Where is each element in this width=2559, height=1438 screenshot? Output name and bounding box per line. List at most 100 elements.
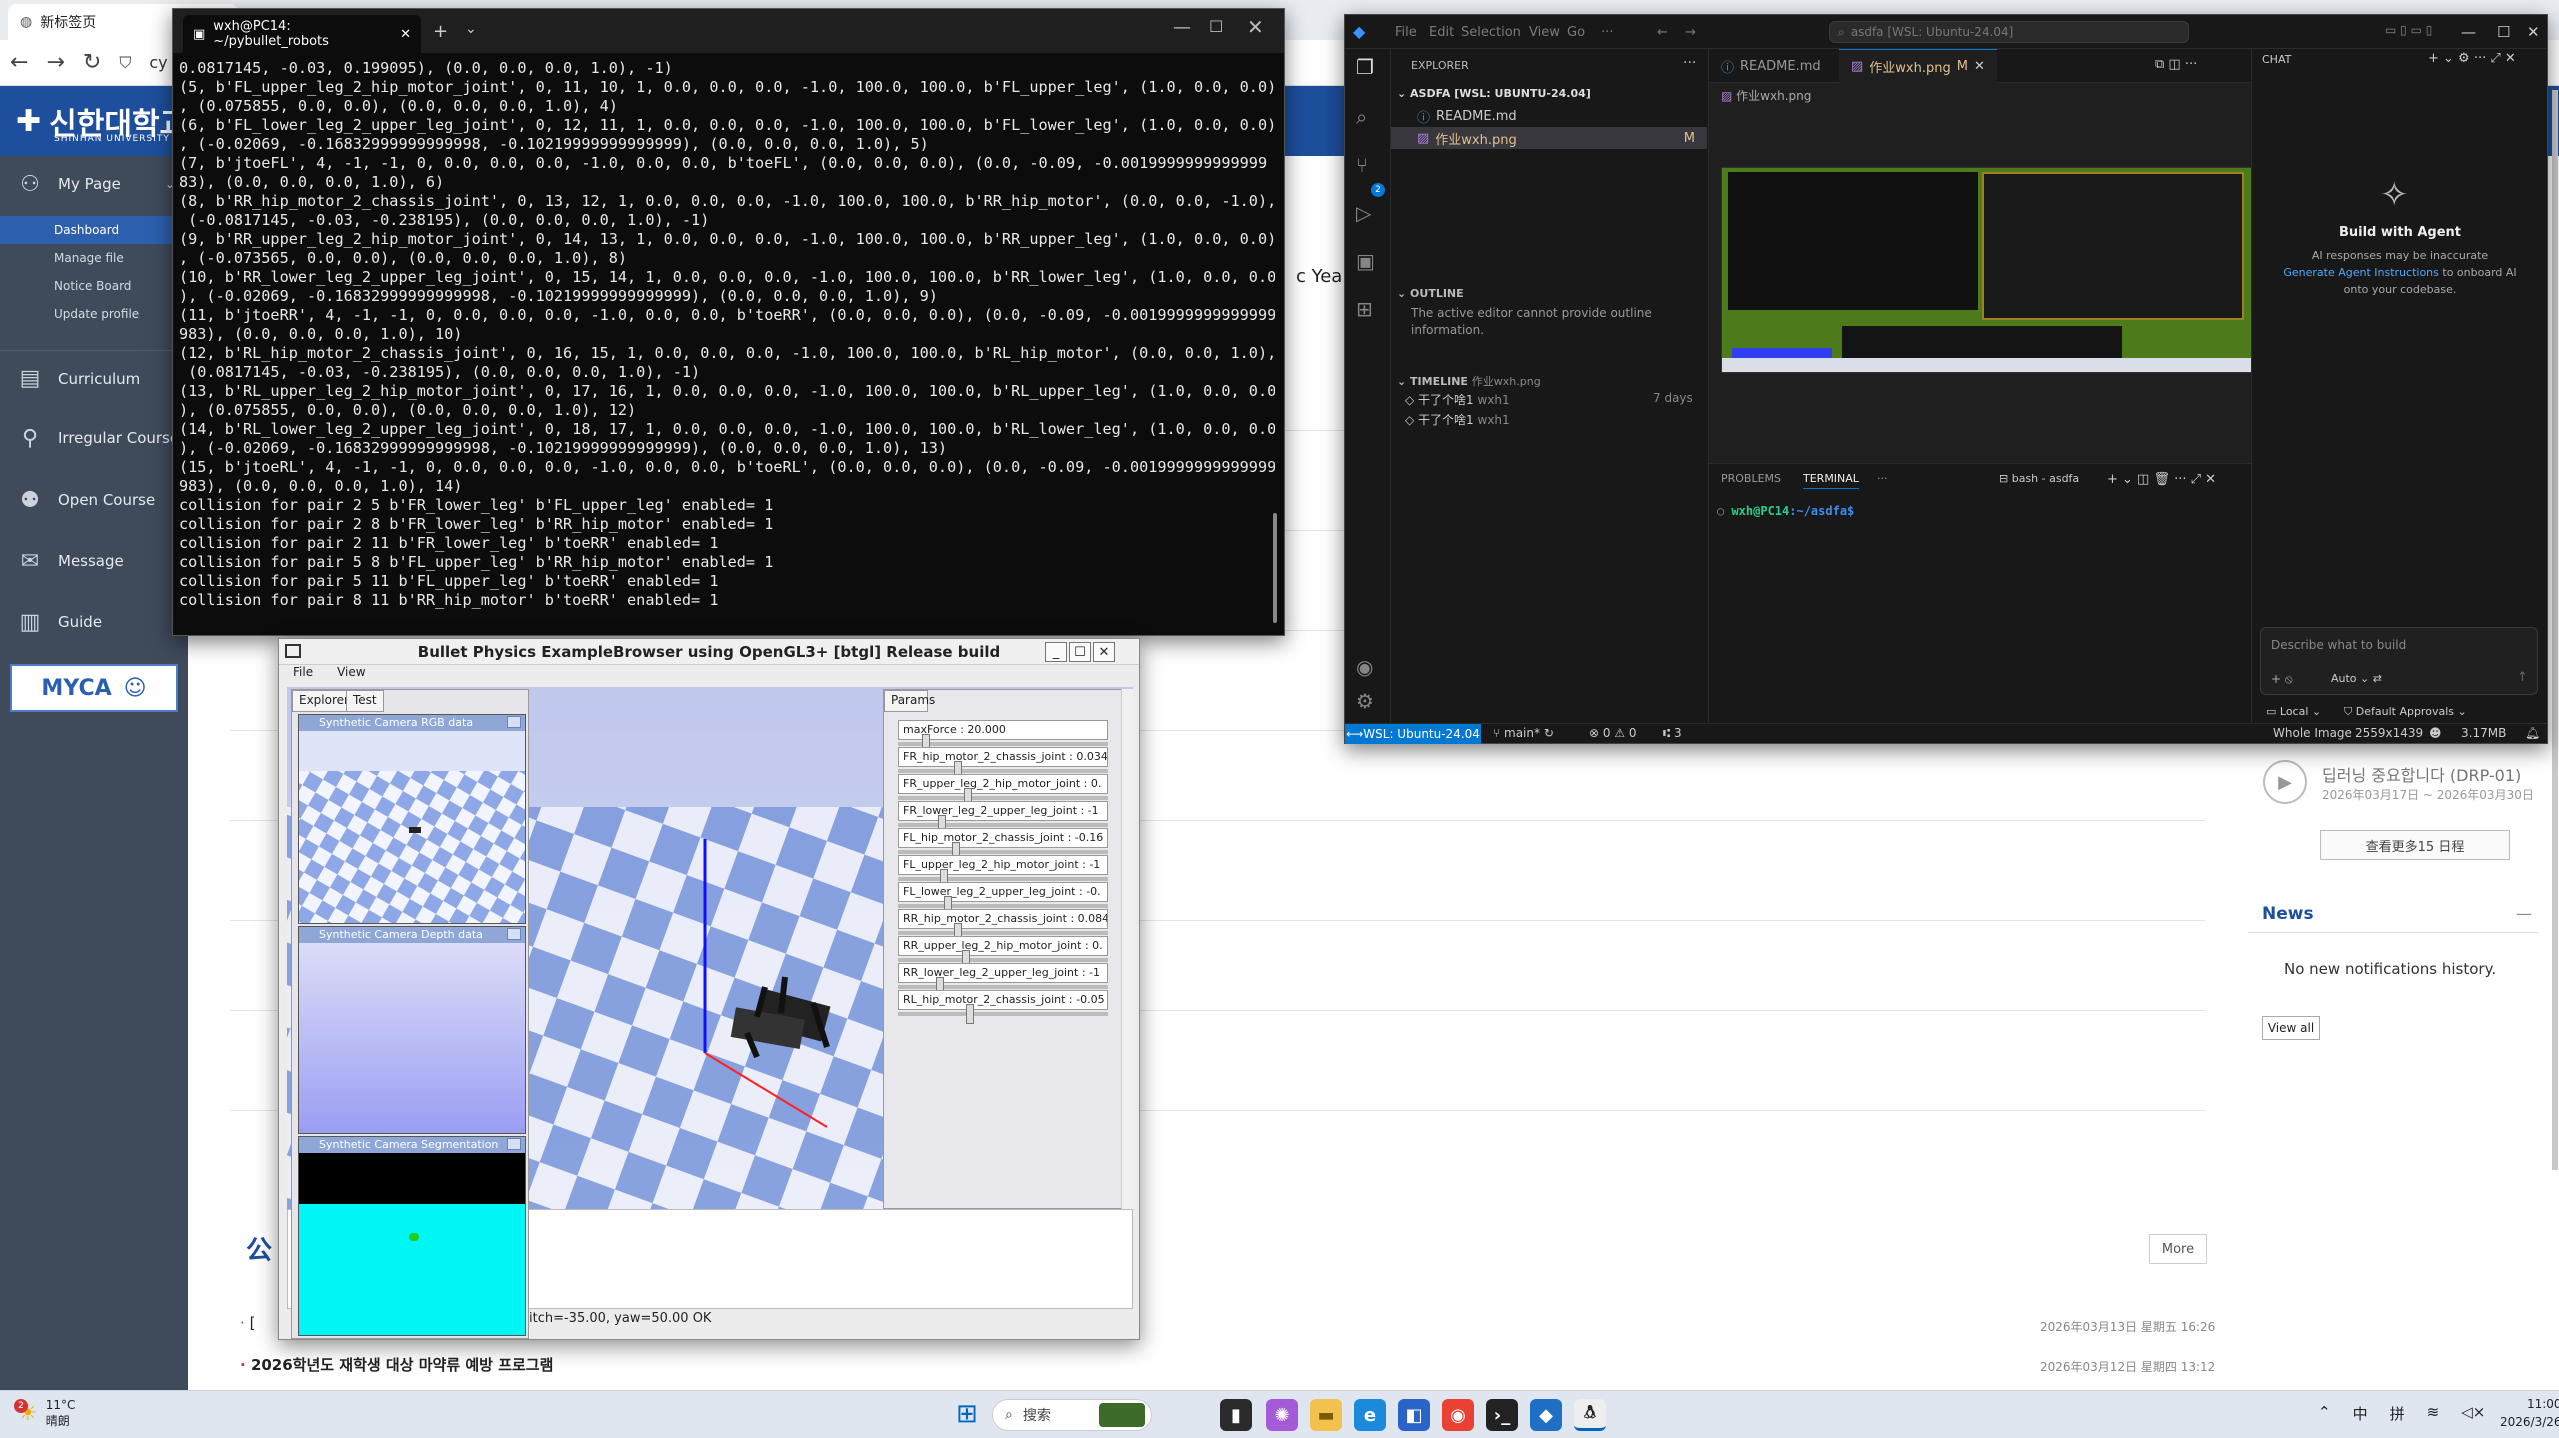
search-icon[interactable]: ⌕ — [1356, 105, 1367, 129]
approvals-picker[interactable]: ⛉ Default Approvals ⌄ — [2344, 705, 2467, 719]
copilot-icon[interactable]: ☻ — [2429, 726, 2442, 740]
more-menu-icon[interactable]: ··· — [1601, 25, 1613, 40]
timeline-entry[interactable]: ◇ 干了个啥1 wxh1 — [1405, 411, 1510, 428]
page-scrollbar[interactable] — [2552, 90, 2558, 1170]
slider-handle[interactable] — [966, 1004, 974, 1024]
store-icon[interactable]: ◧ — [1398, 1399, 1430, 1431]
timeline-entry[interactable]: ◇ 干了个啥1 wxh1 — [1405, 391, 1510, 408]
nav-back-icon[interactable]: ← — [1657, 25, 1668, 40]
params-panel[interactable]: Params maxForce : 20.000 FR_hip_motor_2_c… — [883, 689, 1129, 1209]
param-field[interactable]: FL_hip_motor_2_chassis_joint : -0.16 — [898, 828, 1108, 848]
problems-count[interactable]: ⊗ 0 ⚠ 0 — [1589, 726, 1637, 740]
tab-test[interactable]: Test — [346, 690, 384, 712]
chat-input[interactable]: Describe what to build — [2271, 638, 2406, 652]
remote-explorer-icon[interactable]: ▣ — [1356, 249, 1375, 273]
chevron-up-icon[interactable]: ⌃ — [2318, 1403, 2331, 1424]
command-center-search[interactable]: ⌕ asdfa [WSL: Ubuntu-24.04] — [1829, 21, 2189, 43]
menu-go[interactable]: Go — [1567, 25, 1585, 40]
university-logo[interactable]: ✚ 신한대학교 SHINHAN UNIVERSITY — [0, 86, 188, 156]
param-slider[interactable] — [898, 869, 1108, 889]
param-field[interactable]: FR_upper_leg_2_hip_motor_joint : 0. — [898, 774, 1108, 794]
timeline-section[interactable]: ⌄ TIMELINE 作业wxh.png — [1397, 373, 1541, 389]
collapse-icon[interactable]: — — [2516, 904, 2532, 923]
nav-dashboard[interactable]: Dashboard — [0, 216, 188, 244]
close-icon[interactable]: ✕ — [400, 27, 411, 42]
clock[interactable]: 11:00 2026/3/26 — [2500, 1395, 2559, 1431]
maximize-icon[interactable]: ☐ — [2497, 23, 2510, 41]
start-icon[interactable]: ⊞ — [956, 1399, 978, 1429]
wifi-icon[interactable]: ≋ — [2427, 1403, 2440, 1424]
terminal-prompt[interactable]: ○ wxh@PC14:~/asdfa$ — [1717, 504, 1854, 518]
view-all-button[interactable]: View all — [2262, 1016, 2320, 1040]
workspace-folder[interactable]: ⌄ ASDFA [WSL: UBUNTU-24.04] — [1397, 87, 1591, 100]
extensions-icon[interactable]: ⊞ — [1356, 297, 1373, 321]
remote-indicator[interactable]: ⟷ WSL: Ubuntu-24.04 — [1345, 724, 1481, 744]
ports-count[interactable]: ⑆ 3 — [1663, 726, 1682, 740]
ime-language[interactable]: 中 — [2353, 1403, 2368, 1424]
explorer-icon[interactable]: ❐ — [1356, 55, 1374, 79]
param-field[interactable]: RR_upper_leg_2_hip_motor_joint : 0. — [898, 936, 1108, 956]
param-slider[interactable] — [898, 923, 1108, 943]
menu-view[interactable]: View — [1529, 25, 1560, 40]
more-button[interactable]: More — [2149, 1234, 2207, 1264]
close-icon[interactable] — [507, 716, 521, 728]
play-icon[interactable]: ▶ — [2263, 760, 2307, 804]
close-icon[interactable]: ✕ — [1247, 15, 1264, 39]
param-field[interactable]: FL_upper_leg_2_hip_motor_joint : -1 — [898, 855, 1108, 875]
chat-mode-picker[interactable]: Auto ⌄ ⇄ — [2331, 672, 2382, 685]
nav-update-profile[interactable]: Update profile — [0, 300, 188, 328]
tab-terminal[interactable]: TERMINAL — [1803, 472, 1859, 489]
account-icon[interactable]: ◉ — [1356, 655, 1373, 679]
notice-item[interactable]: · [ — [240, 1314, 255, 1332]
param-slider[interactable] — [898, 950, 1108, 970]
more-icon[interactable]: ··· — [1683, 55, 1696, 71]
close-icon[interactable]: ✕ — [1974, 59, 1985, 74]
close-icon[interactable]: ✕ — [2527, 23, 2540, 41]
nav-curriculum[interactable]: ▤ Curriculum — [0, 350, 188, 406]
edge-browser-icon[interactable]: e — [1354, 1399, 1386, 1431]
param-field[interactable]: RR_lower_leg_2_upper_leg_joint : -1 — [898, 963, 1108, 983]
copilot-app-icon[interactable]: ✺ — [1266, 1399, 1298, 1431]
param-field[interactable]: RL_hip_motor_2_chassis_joint : -0.05 — [898, 990, 1108, 1010]
file-homework-png[interactable]: ▨ 作业wxh.png M — [1391, 127, 1707, 149]
nav-forward-icon[interactable]: → — [1685, 25, 1696, 40]
send-icon[interactable]: ↑ — [2517, 670, 2528, 685]
task-view-icon[interactable]: ▮ — [1220, 1399, 1252, 1431]
nav-notice-board[interactable]: Notice Board — [0, 272, 188, 300]
new-tab-icon[interactable]: + — [433, 21, 448, 42]
param-field[interactable]: FR_hip_motor_2_chassis_joint : 0.034 — [898, 747, 1108, 767]
volume-icon[interactable]: ◁× — [2461, 1403, 2485, 1424]
explorer-panel[interactable]: Explorer Test Synthetic Camera RGB data … — [291, 689, 529, 1339]
tab-readme[interactable]: ⓘ README.md — [1709, 49, 1833, 83]
address-bar[interactable]: cy — [149, 53, 167, 72]
outline-section[interactable]: ⌄ OUTLINE — [1397, 287, 1464, 300]
schedule-title[interactable]: 딥러닝 중요합니다 (DRP-01) — [2322, 762, 2521, 786]
rgb-camera-panel[interactable]: Synthetic Camera RGB data — [298, 714, 526, 924]
minimize-icon[interactable]: — — [2461, 23, 2476, 41]
tab-problems[interactable]: PROBLEMS — [1721, 472, 1781, 485]
weather-widget[interactable]: ☀ 2 11°C 晴朗 — [14, 1397, 75, 1429]
nav-irregular-course[interactable]: ⚲ Irregular Course — [0, 410, 188, 466]
minimize-icon[interactable]: — — [1173, 17, 1191, 38]
bullet-physics-window[interactable]: Bullet Physics ExampleBrowser using Open… — [278, 638, 1140, 1340]
param-slider[interactable] — [898, 977, 1108, 997]
viewport-scrollbar[interactable] — [1121, 689, 1133, 1209]
param-field[interactable]: FR_lower_leg_2_upper_leg_joint : -1 — [898, 801, 1108, 821]
close-icon[interactable] — [507, 928, 521, 940]
run-debug-icon[interactable]: ▷ — [1356, 201, 1371, 225]
chat-attach-icon[interactable]: + ⦸ — [2271, 672, 2293, 687]
forward-icon[interactable]: → — [46, 50, 64, 75]
terminal-window[interactable]: ▣ wxh@PC14: ~/pybullet_robots ✕ + ⌄ — ☐ … — [172, 8, 1285, 636]
terminal-app-icon[interactable]: ›_ — [1486, 1399, 1518, 1431]
param-slider[interactable] — [898, 815, 1108, 835]
chat-location-picker[interactable]: ▭ Local ⌄ — [2266, 705, 2321, 718]
image-preview[interactable] — [1721, 167, 2255, 373]
menu-view[interactable]: View — [337, 665, 365, 685]
more-icon[interactable]: ··· — [1877, 472, 1888, 485]
bell-icon[interactable]: 🔔︎ — [2525, 726, 2540, 740]
chat-actions[interactable]: + ⌄ ⚙ ··· ⤢ ✕ — [2428, 51, 2516, 66]
menu-selection[interactable]: Selection — [1461, 25, 1521, 40]
param-slider[interactable] — [898, 842, 1108, 862]
git-branch[interactable]: ⑂ main* ↻ — [1493, 726, 1554, 740]
gear-icon[interactable]: ⚙ — [1356, 689, 1374, 713]
